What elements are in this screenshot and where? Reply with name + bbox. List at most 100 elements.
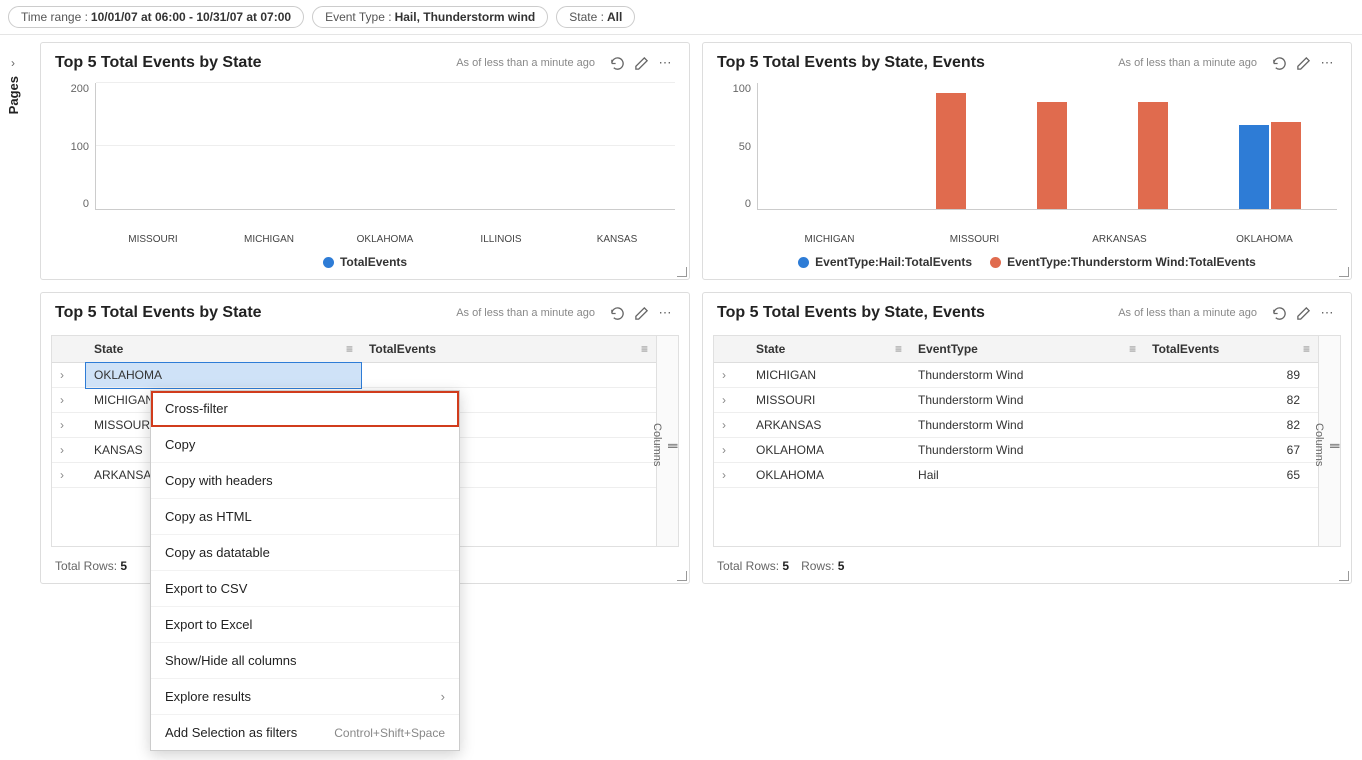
context-menu: Cross-filterCopyCopy with headersCopy as… [150, 390, 460, 751]
more-icon[interactable]: ⋯ [1317, 303, 1337, 323]
table-row[interactable]: ›ARKANSASThunderstorm Wind82 [714, 413, 1318, 438]
table-row[interactable]: ›MICHIGANThunderstorm Wind89 [714, 363, 1318, 388]
context-menu-item[interactable]: Export to Excel [151, 607, 459, 643]
legend-item-thunderstorm[interactable]: EventType:Thunderstorm Wind:TotalEvents [990, 255, 1256, 269]
tile-title: Top 5 Total Events by State [55, 304, 456, 322]
tile-timestamp: As of less than a minute ago [456, 57, 595, 69]
context-menu-item[interactable]: Add Selection as filtersControl+Shift+Sp… [151, 715, 459, 750]
chevron-right-icon: › [11, 56, 15, 70]
context-menu-item[interactable]: Cross-filter [151, 391, 459, 427]
resize-handle[interactable] [1339, 571, 1349, 581]
x-label: MICHIGAN [757, 234, 902, 245]
x-label: OKLAHOMA [1192, 234, 1337, 245]
legend-dot-icon [323, 257, 334, 268]
column-menu-icon[interactable]: ≡ [1303, 342, 1310, 356]
pages-panel-toggle[interactable]: › Pages [0, 40, 26, 130]
context-menu-item[interactable]: Show/Hide all columns [151, 643, 459, 679]
expand-icon[interactable]: › [60, 368, 72, 382]
chart-y-axis: 200 100 0 [55, 83, 95, 230]
chart-y-axis: 100 50 0 [717, 83, 757, 230]
expand-icon[interactable]: › [60, 443, 72, 457]
chart-area: 100 50 0 MICHIGANMISSOURIARKANSASOKLAHOM… [703, 79, 1351, 279]
chart-legend: EventType:Hail:TotalEvents EventType:Thu… [717, 255, 1337, 269]
chart-bar[interactable] [1271, 122, 1301, 209]
legend-label: EventType:Thunderstorm Wind:TotalEvents [1007, 255, 1256, 269]
chart-bars [95, 83, 675, 210]
column-header[interactable]: TotalEvents≡ [1144, 336, 1318, 363]
table-row[interactable]: ›OKLAHOMAHail65 [714, 463, 1318, 488]
filter-label: Event Type : [325, 10, 392, 24]
tile-title: Top 5 Total Events by State, Events [717, 304, 1118, 322]
expand-icon[interactable]: › [722, 418, 734, 432]
context-menu-item[interactable]: Copy as datatable [151, 535, 459, 571]
refresh-icon[interactable] [1269, 303, 1289, 323]
column-menu-icon[interactable]: ≡ [1129, 342, 1136, 356]
context-menu-item[interactable]: Copy [151, 427, 459, 463]
expand-icon[interactable]: › [60, 468, 72, 482]
chart-area: 200 100 0 MISSOURIMICHIGANOKLAHOMAILLINO… [41, 79, 689, 279]
chart-bar[interactable] [1239, 125, 1269, 210]
column-header[interactable]: TotalEvents≡ [361, 336, 656, 363]
columns-toggle[interactable]: ||| Columns [656, 336, 678, 546]
table-row[interactable]: ›MISSOURIThunderstorm Wind82 [714, 388, 1318, 413]
columns-label: Columns [1313, 423, 1325, 466]
expand-icon[interactable]: › [722, 393, 734, 407]
expand-icon[interactable]: › [60, 418, 72, 432]
column-menu-icon[interactable]: ≡ [346, 342, 353, 356]
resize-handle[interactable] [677, 267, 687, 277]
chart-legend: TotalEvents [55, 255, 675, 269]
tile-timestamp: As of less than a minute ago [1118, 307, 1257, 319]
filter-value: Hail, Thunderstorm wind [395, 10, 536, 24]
x-label: MISSOURI [95, 234, 211, 245]
filter-event-type[interactable]: Event Type : Hail, Thunderstorm wind [312, 6, 548, 28]
expand-icon[interactable]: › [722, 468, 734, 482]
chart-bar[interactable] [1037, 102, 1067, 209]
legend-item[interactable]: TotalEvents [323, 255, 407, 269]
resize-handle[interactable] [1339, 267, 1349, 277]
columns-label: Columns [651, 423, 663, 466]
x-label: MISSOURI [902, 234, 1047, 245]
refresh-icon[interactable] [607, 53, 627, 73]
edit-icon[interactable] [1293, 53, 1313, 73]
context-menu-item[interactable]: Copy as HTML [151, 499, 459, 535]
resize-handle[interactable] [677, 571, 687, 581]
column-header[interactable]: State≡ [748, 336, 910, 363]
chart-bar[interactable] [936, 93, 966, 209]
tile-title: Top 5 Total Events by State, Events [717, 54, 1118, 72]
context-menu-item[interactable]: Copy with headers [151, 463, 459, 499]
tile-top5-by-state-events: Top 5 Total Events by State, Events As o… [702, 42, 1352, 280]
more-icon[interactable]: ⋯ [655, 303, 675, 323]
filter-time-range[interactable]: Time range : 10/01/07 at 06:00 - 10/31/0… [8, 6, 304, 28]
chart-x-labels: MISSOURIMICHIGANOKLAHOMAILLINOISKANSAS [55, 234, 675, 245]
x-label: ARKANSAS [1047, 234, 1192, 245]
context-menu-item[interactable]: Export to CSV [151, 571, 459, 607]
more-icon[interactable]: ⋯ [655, 53, 675, 73]
refresh-icon[interactable] [607, 303, 627, 323]
tile-title: Top 5 Total Events by State [55, 54, 456, 72]
refresh-icon[interactable] [1269, 53, 1289, 73]
edit-icon[interactable] [631, 53, 651, 73]
column-header[interactable]: EventType≡ [910, 336, 1144, 363]
legend-dot-icon [990, 257, 1001, 268]
context-menu-item[interactable]: Explore results› [151, 679, 459, 715]
filter-label: State : [569, 10, 604, 24]
expand-icon[interactable]: › [60, 393, 72, 407]
expand-icon[interactable]: › [722, 368, 734, 382]
chart-bar[interactable] [1138, 102, 1168, 209]
column-menu-icon[interactable]: ≡ [641, 342, 648, 356]
table[interactable]: State≡EventType≡TotalEvents≡ ›MICHIGANTh… [714, 336, 1318, 546]
column-header[interactable]: State≡ [86, 336, 361, 363]
tile-top5-by-state: Top 5 Total Events by State As of less t… [40, 42, 690, 280]
expand-icon[interactable]: › [722, 443, 734, 457]
edit-icon[interactable] [631, 303, 651, 323]
more-icon[interactable]: ⋯ [1317, 53, 1337, 73]
filter-label: Time range : [21, 10, 88, 24]
edit-icon[interactable] [1293, 303, 1313, 323]
tile-header: Top 5 Total Events by State, Events As o… [703, 293, 1351, 329]
columns-toggle[interactable]: ||| Columns [1318, 336, 1340, 546]
column-menu-icon[interactable]: ≡ [895, 342, 902, 356]
table-row[interactable]: ›OKLAHOMA [52, 363, 656, 388]
table-row[interactable]: ›OKLAHOMAThunderstorm Wind67 [714, 438, 1318, 463]
legend-item-hail[interactable]: EventType:Hail:TotalEvents [798, 255, 972, 269]
filter-state[interactable]: State : All [556, 6, 635, 28]
